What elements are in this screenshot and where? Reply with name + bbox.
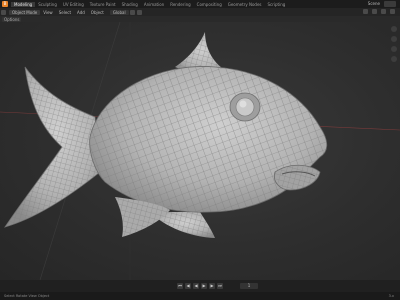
fish-tail [4, 66, 101, 228]
overlay-icon[interactable] [363, 9, 368, 14]
prev-keyframe-button[interactable]: ◀ [185, 283, 191, 289]
fish-eye [229, 92, 261, 122]
scene-selector[interactable] [384, 1, 396, 7]
scene-label: Scene [367, 1, 380, 6]
viewport-header: Object Mode View Select Add Object Globa… [0, 8, 400, 16]
camera-view-icon[interactable] [391, 46, 397, 52]
editor-type-icon[interactable] [1, 9, 6, 15]
top-bar: B Modeling Sculpting UV Editing Texture … [0, 0, 400, 8]
menu-add[interactable]: Add [74, 10, 88, 15]
3d-viewport[interactable] [0, 22, 400, 280]
tab-compositing[interactable]: Compositing [194, 2, 225, 7]
snap-icon[interactable] [129, 9, 135, 15]
xray-icon[interactable] [372, 9, 377, 14]
shading-solid-icon[interactable] [381, 9, 386, 14]
header-right-tools [362, 9, 396, 14]
menu-object[interactable]: Object [88, 10, 107, 15]
tab-texture-paint[interactable]: Texture Paint [87, 2, 119, 7]
status-hints: Select Rotate View Object [4, 294, 50, 298]
tab-modeling[interactable]: Modeling [11, 1, 36, 7]
options-button[interactable]: Options [2, 16, 22, 22]
pan-icon[interactable] [391, 36, 397, 42]
tab-uv-editing[interactable]: UV Editing [60, 2, 87, 7]
proportional-edit-icon[interactable] [136, 9, 142, 15]
tab-scripting[interactable]: Scripting [265, 2, 289, 7]
tab-sculpting[interactable]: Sculpting [35, 2, 60, 7]
shading-material-icon[interactable] [390, 9, 395, 14]
next-keyframe-button[interactable]: ▶ [209, 283, 215, 289]
play-reverse-button[interactable]: ◀ [193, 283, 199, 289]
menu-select[interactable]: Select [56, 10, 74, 15]
tab-animation[interactable]: Animation [141, 2, 167, 7]
menu-view[interactable]: View [40, 10, 56, 15]
status-bar: Select Rotate View Object 3.x [0, 292, 400, 300]
tab-rendering[interactable]: Rendering [167, 2, 193, 7]
jump-end-button[interactable]: ⏭ [217, 283, 223, 289]
tab-shading[interactable]: Shading [119, 2, 141, 7]
navigation-gizmo [391, 26, 397, 62]
tab-geometry-nodes[interactable]: Geometry Nodes [225, 2, 265, 7]
zoom-icon[interactable] [391, 26, 397, 32]
version-label: 3.x [388, 294, 394, 298]
timeline-bar: ⏮ ◀ ◀ ▶ ▶ ⏭ 1 [0, 280, 400, 292]
mode-selector[interactable]: Object Mode [9, 9, 41, 15]
current-frame-field[interactable]: 1 [240, 283, 258, 289]
transform-orientation[interactable]: Global [109, 9, 129, 15]
viewport-canvas[interactable] [0, 22, 400, 280]
jump-start-button[interactable]: ⏮ [177, 283, 183, 289]
perspective-toggle-icon[interactable] [391, 56, 397, 62]
blender-logo-icon[interactable]: B [2, 1, 8, 7]
fish-mouth [273, 164, 321, 191]
play-button[interactable]: ▶ [201, 283, 207, 289]
